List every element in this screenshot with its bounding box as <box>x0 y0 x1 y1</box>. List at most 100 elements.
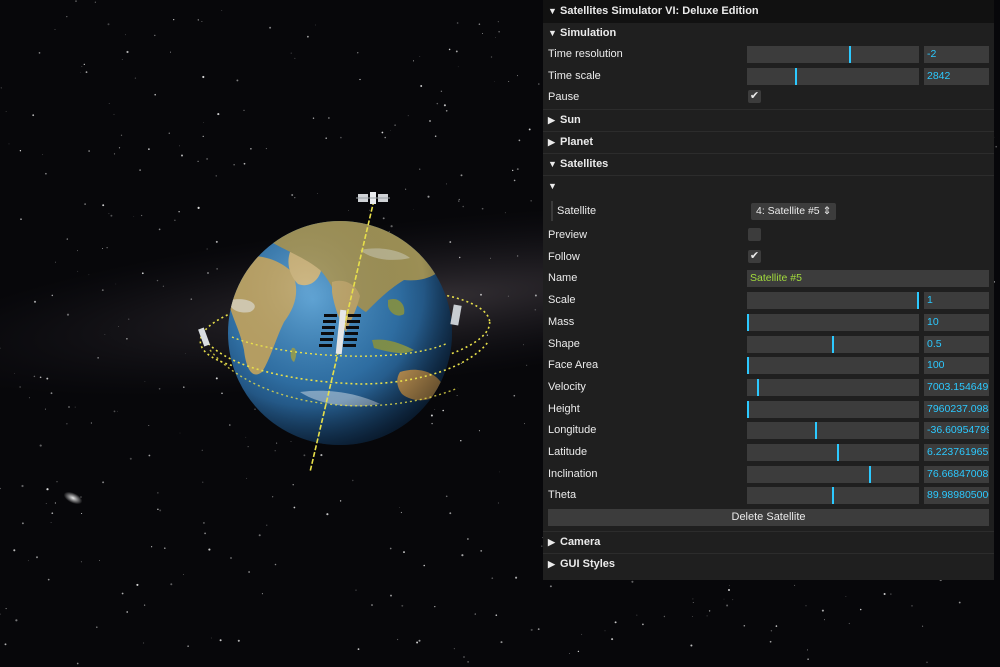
folder-gui-styles[interactable]: ▶ GUI Styles <box>543 552 994 575</box>
mass-input[interactable]: 10 <box>924 313 989 331</box>
star <box>113 410 116 413</box>
chevron-down-icon: ▼ <box>548 181 557 192</box>
slider-handle[interactable] <box>837 443 839 461</box>
star <box>290 441 292 442</box>
gui-title-bar[interactable]: ▼ Satellites Simulator VI: Deluxe Edition <box>543 0 994 23</box>
star <box>474 613 476 615</box>
star <box>19 386 21 388</box>
folder-label: Camera <box>560 535 601 548</box>
star <box>77 250 78 252</box>
star <box>462 205 465 208</box>
star <box>51 294 54 297</box>
star <box>958 601 961 604</box>
time-resolution-slider[interactable] <box>747 46 919 63</box>
star <box>104 334 106 335</box>
star <box>230 557 232 559</box>
star <box>419 56 421 58</box>
slider-handle[interactable] <box>832 487 834 505</box>
satellite-select[interactable]: 4: Satellite #5 ⇕ <box>751 203 837 221</box>
inclination-slider[interactable] <box>747 465 919 483</box>
star <box>445 183 447 185</box>
scale-input[interactable]: 1 <box>924 292 989 310</box>
name-input[interactable]: Satellite #5 <box>747 270 989 288</box>
pause-checkbox[interactable]: ✔ <box>748 90 761 104</box>
velocity-slider[interactable] <box>747 378 919 396</box>
shape-slider[interactable] <box>747 335 919 353</box>
star <box>243 162 246 165</box>
inclination-input[interactable]: 76.66847008955 <box>924 465 989 483</box>
follow-checkbox[interactable]: ✔ <box>748 249 761 263</box>
star <box>449 241 452 243</box>
shape-input[interactable]: 0.5 <box>924 335 989 353</box>
slider-handle[interactable] <box>795 67 797 85</box>
star <box>221 392 223 395</box>
longitude-input[interactable]: -36.6095479959 <box>924 422 989 440</box>
star <box>413 209 414 210</box>
preview-control: Preview <box>543 225 994 247</box>
height-slider[interactable] <box>747 400 919 418</box>
latitude-input[interactable]: 6.2237619652286 <box>924 443 989 461</box>
star <box>207 272 209 274</box>
face-area-input[interactable]: 100 <box>924 357 989 375</box>
star <box>126 611 129 613</box>
folder-satellites[interactable]: ▼ Satellites <box>543 153 994 176</box>
star <box>458 198 460 200</box>
select-value: 4: Satellite #5 <box>756 205 820 218</box>
star <box>390 225 393 228</box>
star <box>456 395 458 396</box>
star <box>381 131 384 134</box>
scale-slider[interactable] <box>747 292 919 310</box>
delete-satellite-button[interactable]: Delete Satellite <box>548 509 989 526</box>
face-area-slider[interactable] <box>747 357 919 375</box>
time-scale-input[interactable]: 2842 <box>924 67 989 85</box>
star <box>39 444 42 447</box>
slider-handle[interactable] <box>815 422 817 440</box>
star <box>154 34 156 37</box>
slider-handle[interactable] <box>757 378 759 396</box>
time-scale-control: Time scale 2842 <box>543 66 994 88</box>
star <box>144 381 146 383</box>
star <box>530 628 533 631</box>
star <box>611 638 614 641</box>
time-resolution-input[interactable]: -2 <box>924 46 989 63</box>
longitude-slider[interactable] <box>747 422 919 440</box>
slider-handle[interactable] <box>849 46 851 63</box>
star <box>245 436 247 438</box>
velocity-input[interactable]: 7003.154649795 <box>924 378 989 396</box>
height-input[interactable]: 7960237.098811 <box>924 400 989 418</box>
star <box>448 48 451 51</box>
slider-handle[interactable] <box>747 313 749 331</box>
theta-input[interactable]: 89.98980500037 <box>924 487 989 505</box>
control-label: Pause <box>548 91 580 104</box>
folder-sun[interactable]: ▶ Sun <box>543 109 994 132</box>
slider-handle[interactable] <box>747 400 749 418</box>
checkmark-icon: ✔ <box>749 90 760 103</box>
folder-simulation[interactable]: ▼ Simulation <box>543 23 994 44</box>
star <box>215 175 217 177</box>
slider-handle[interactable] <box>832 335 834 353</box>
star <box>517 75 518 77</box>
latitude-slider[interactable] <box>747 443 919 461</box>
height-control: Height 7960237.098811 <box>543 399 994 421</box>
slider-handle[interactable] <box>917 292 919 310</box>
star <box>85 71 88 73</box>
star <box>911 605 913 607</box>
mass-slider[interactable] <box>747 313 919 331</box>
slider-handle[interactable] <box>747 357 749 375</box>
folder-satellite-details[interactable]: ▼ <box>543 175 994 198</box>
star <box>14 373 15 374</box>
star <box>179 145 180 147</box>
slider-handle[interactable] <box>869 465 871 483</box>
star <box>68 406 70 408</box>
star <box>197 160 199 163</box>
preview-checkbox[interactable] <box>748 228 761 242</box>
folder-camera[interactable]: ▶ Camera <box>543 530 994 553</box>
star <box>357 648 360 650</box>
folder-planet[interactable]: ▶ Planet <box>543 131 994 154</box>
time-scale-slider[interactable] <box>747 67 919 85</box>
control-label: Preview <box>548 229 588 242</box>
satellite-top[interactable] <box>356 192 390 204</box>
distant-galaxy <box>63 491 83 505</box>
theta-slider[interactable] <box>747 487 919 505</box>
star <box>158 387 161 390</box>
